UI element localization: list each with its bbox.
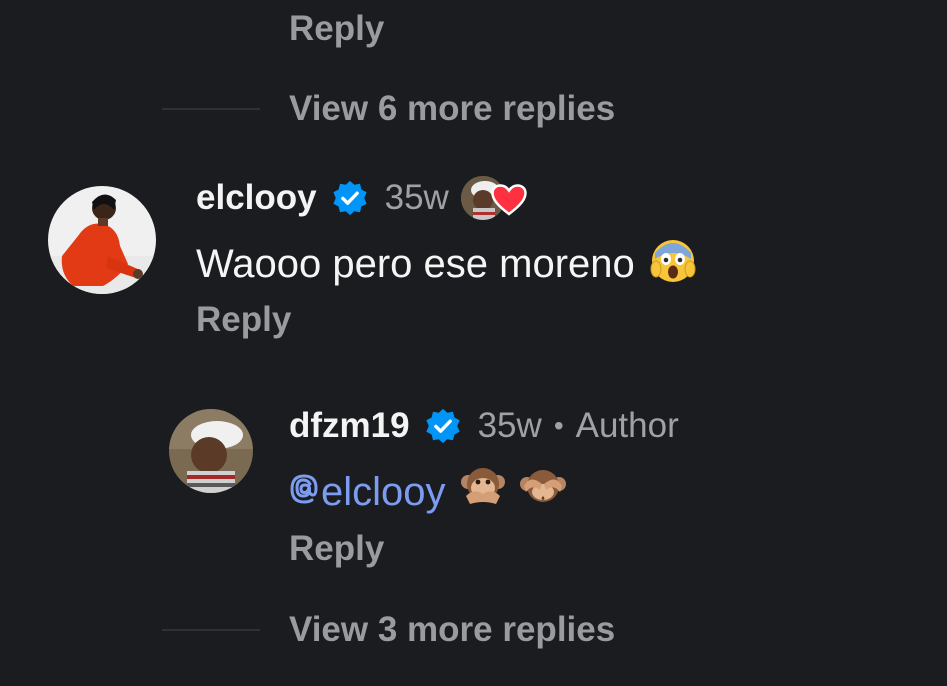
- avatar[interactable]: [48, 186, 156, 294]
- author-label: Author: [575, 406, 679, 445]
- reply-button[interactable]: Reply: [196, 300, 291, 340]
- comment-header: dfzm19 35w • Author: [289, 402, 679, 450]
- verified-badge-icon: [424, 407, 462, 445]
- comment-body: Waooo pero ese moreno: [196, 241, 635, 286]
- separator-dot: •: [553, 410, 564, 441]
- thread-divider: [162, 108, 260, 110]
- comment-text: elclooy: [289, 466, 566, 518]
- timestamp: 35w: [384, 178, 449, 217]
- timestamp: 35w: [477, 406, 542, 445]
- mention-link[interactable]: elclooy: [289, 470, 446, 515]
- username[interactable]: elclooy: [196, 178, 317, 218]
- see-no-evil-monkey-emoji-icon: [519, 464, 566, 520]
- avatar[interactable]: [169, 409, 253, 493]
- view-more-replies-row[interactable]: View 3 more replies: [162, 610, 642, 650]
- heart-icon: [491, 184, 527, 221]
- reply-button[interactable]: Reply: [289, 9, 384, 49]
- view-more-replies-button[interactable]: View 6 more replies: [289, 89, 615, 129]
- view-more-replies-button[interactable]: View 3 more replies: [289, 610, 615, 650]
- comment-text: Waooo pero ese moreno: [196, 238, 697, 290]
- speak-no-evil-monkey-emoji-icon: [460, 464, 506, 520]
- view-more-replies-row[interactable]: View 6 more replies: [162, 89, 642, 129]
- username[interactable]: dfzm19: [289, 406, 410, 446]
- comment-header: elclooy 35w: [196, 174, 531, 222]
- threads-at-icon: [289, 470, 319, 515]
- liked-by-author: [460, 174, 531, 222]
- verified-badge-icon: [331, 179, 369, 217]
- reply-button[interactable]: Reply: [289, 529, 384, 569]
- face-screaming-emoji-icon: [649, 235, 697, 293]
- mention-username: elclooy: [321, 469, 446, 514]
- thread-divider: [162, 629, 260, 631]
- comments-thread: Reply View 6 more replies elclooy 35w Wa…: [0, 0, 947, 686]
